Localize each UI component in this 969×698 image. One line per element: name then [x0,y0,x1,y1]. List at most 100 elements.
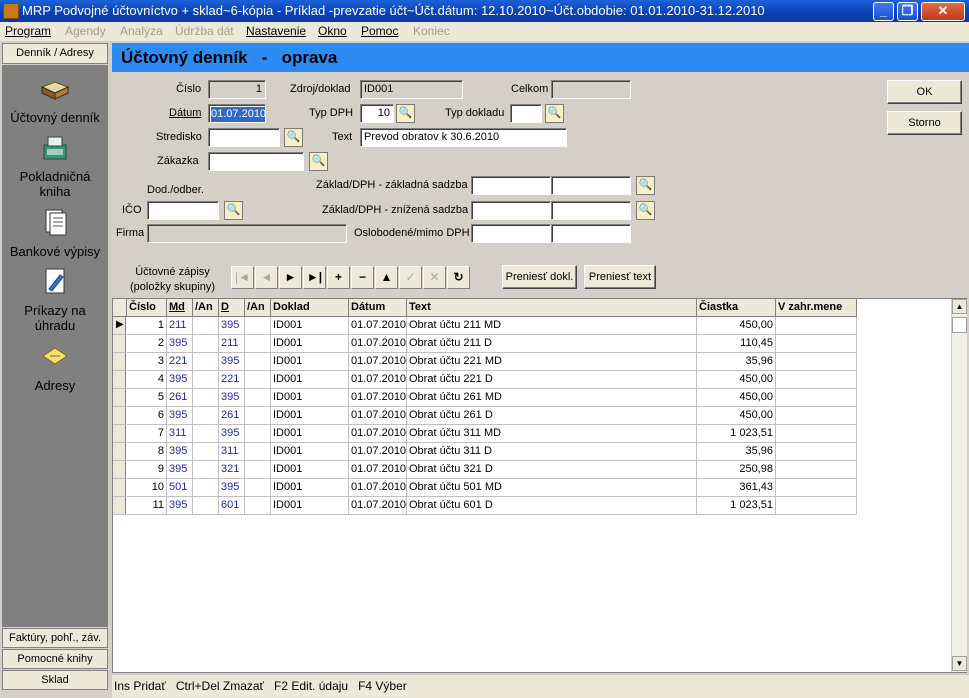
menu-pomoc[interactable]: Pomoc [361,24,398,38]
cell-ciastka[interactable]: 450,00 [697,389,776,407]
delete-record-button[interactable]: − [351,266,374,289]
typ-dokladu-picker-icon[interactable]: 🔍 [545,104,564,123]
cell-ciastka[interactable]: 1 023,51 [697,425,776,443]
cell-d-an[interactable] [245,479,271,497]
cell-text[interactable]: Obrat účtu 211 MD [407,317,697,335]
cell-cislo[interactable]: 9 [127,461,167,479]
cell-d-an[interactable] [245,497,271,515]
cell-text[interactable]: Obrat účtu 211 D [407,335,697,353]
cell-d[interactable]: 311 [219,443,245,461]
cell-md-an[interactable] [193,317,219,335]
cell-md[interactable]: 395 [167,497,193,515]
storno-button[interactable]: Storno [887,111,962,135]
cell-md[interactable]: 261 [167,389,193,407]
table-row[interactable]: 8 395 311 ID001 01.07.2010 Obrat účtu 311 D 35… [113,443,857,461]
cell-d-an[interactable] [245,461,271,479]
stredisko-field[interactable] [208,128,280,147]
tab-sklad[interactable]: Sklad [2,670,108,690]
cell-d[interactable]: 601 [219,497,245,515]
row-indicator[interactable] [113,389,126,407]
row-indicator[interactable] [113,335,126,353]
col-header-ciastka[interactable]: Čiastka [697,299,776,317]
zdroj-field[interactable]: ID001 [360,80,463,99]
cell-datum[interactable]: 01.07.2010 [349,389,407,407]
cell-cislo[interactable]: 6 [127,407,167,425]
col-header-d-an[interactable]: /An [245,299,271,317]
col-header-datum[interactable]: Dátum [349,299,407,317]
sidebar-item-adresy[interactable]: Adresy [2,378,108,393]
cell-cislo[interactable]: 3 [127,353,167,371]
zakazka-field[interactable] [208,152,304,171]
minimize-button[interactable]: _ [873,2,894,21]
entries-table[interactable]: Číslo Md /An D /An Doklad Dátum Text Čia… [112,298,967,673]
first-record-button[interactable]: |◄ [231,266,254,289]
cell-md[interactable]: 311 [167,425,193,443]
scroll-up-icon[interactable]: ▲ [952,299,967,314]
cell-datum[interactable]: 01.07.2010 [349,461,407,479]
ico-picker-icon[interactable]: 🔍 [224,201,243,220]
cell-ciastka[interactable]: 110,45 [697,335,776,353]
cell-datum[interactable]: 01.07.2010 [349,353,407,371]
table-row[interactable]: 5 261 395 ID001 01.07.2010 Obrat účtu 261 MD 4… [113,389,857,407]
cell-md-an[interactable] [193,497,219,515]
cell-doklad[interactable]: ID001 [271,335,349,353]
tab-faktury[interactable]: Faktúry, pohľ., záv. [2,628,108,648]
cell-zahr-mena[interactable] [776,497,857,515]
datum-field[interactable]: 01.07.2010 [208,104,266,123]
cell-md[interactable]: 211 [167,317,193,335]
last-record-button[interactable]: ►| [303,266,326,289]
cell-doklad[interactable]: ID001 [271,425,349,443]
cell-ciastka[interactable]: 361,43 [697,479,776,497]
zaklad-znizena-field[interactable] [471,201,551,220]
zakladna-picker-icon[interactable]: 🔍 [636,176,655,195]
book-icon[interactable] [40,77,70,105]
bank-statement-icon[interactable] [40,208,70,236]
celkom-field[interactable] [551,80,631,99]
cancel-record-button[interactable]: ✕ [423,266,446,289]
cislo-field[interactable]: 1 [208,80,266,99]
cell-d[interactable]: 395 [219,389,245,407]
cell-d-an[interactable] [245,371,271,389]
cell-ciastka[interactable]: 35,96 [697,443,776,461]
cell-ciastka[interactable]: 1 023,51 [697,497,776,515]
cell-datum[interactable]: 01.07.2010 [349,371,407,389]
menu-nastavenie[interactable]: Nastavenie [246,24,306,38]
firma-field[interactable] [147,224,347,243]
cell-cislo[interactable]: 1 [127,317,167,335]
cell-md-an[interactable] [193,353,219,371]
row-indicator[interactable] [113,479,126,497]
restore-button[interactable]: ❐ [897,2,918,21]
oslobodene-dph-field[interactable] [551,224,631,243]
preniest-doklad-button[interactable]: Preniesť dokl. [502,265,577,289]
cell-datum[interactable]: 01.07.2010 [349,443,407,461]
sidebar-item-bankove-vypisy[interactable]: Bankové výpisy [2,244,108,259]
cell-text[interactable]: Obrat účtu 311 MD [407,425,697,443]
ok-button[interactable]: OK [887,80,962,104]
scroll-down-icon[interactable]: ▼ [952,656,967,671]
table-row[interactable]: 11 395 601 ID001 01.07.2010 Obrat účtu 601 D1… [113,497,857,515]
next-record-button[interactable]: ► [279,266,302,289]
text-field[interactable]: Prevod obratov k 30.6.2010 [360,128,567,147]
cell-text[interactable]: Obrat účtu 601 D [407,497,697,515]
cell-d[interactable]: 221 [219,371,245,389]
cell-doklad[interactable]: ID001 [271,479,349,497]
cell-d-an[interactable] [245,335,271,353]
cell-zahr-mena[interactable] [776,461,857,479]
col-header-text[interactable]: Text [407,299,697,317]
prev-record-button[interactable]: ◄ [255,266,278,289]
cell-md[interactable]: 395 [167,443,193,461]
typ-dph-field[interactable]: 10 [360,104,394,123]
row-indicator[interactable] [113,461,126,479]
cell-d[interactable]: 321 [219,461,245,479]
sidebar-item-uctovny-dennik[interactable]: Účtovný denník [2,110,108,125]
col-header-cislo[interactable]: Číslo [127,299,167,317]
sidebar-item-prikazy-na-uhradu[interactable]: Príkazy na úhradu [2,303,108,333]
menu-okno[interactable]: Okno [318,24,347,38]
cell-d[interactable]: 395 [219,353,245,371]
cell-md[interactable]: 395 [167,407,193,425]
row-indicator[interactable] [113,497,126,515]
cell-zahr-mena[interactable] [776,407,857,425]
cell-d-an[interactable] [245,389,271,407]
table-row[interactable]: ▶ 1 211 395 ID001 01.07.2010 Obrat účtu 211 MD… [113,317,857,335]
cell-zahr-mena[interactable] [776,479,857,497]
